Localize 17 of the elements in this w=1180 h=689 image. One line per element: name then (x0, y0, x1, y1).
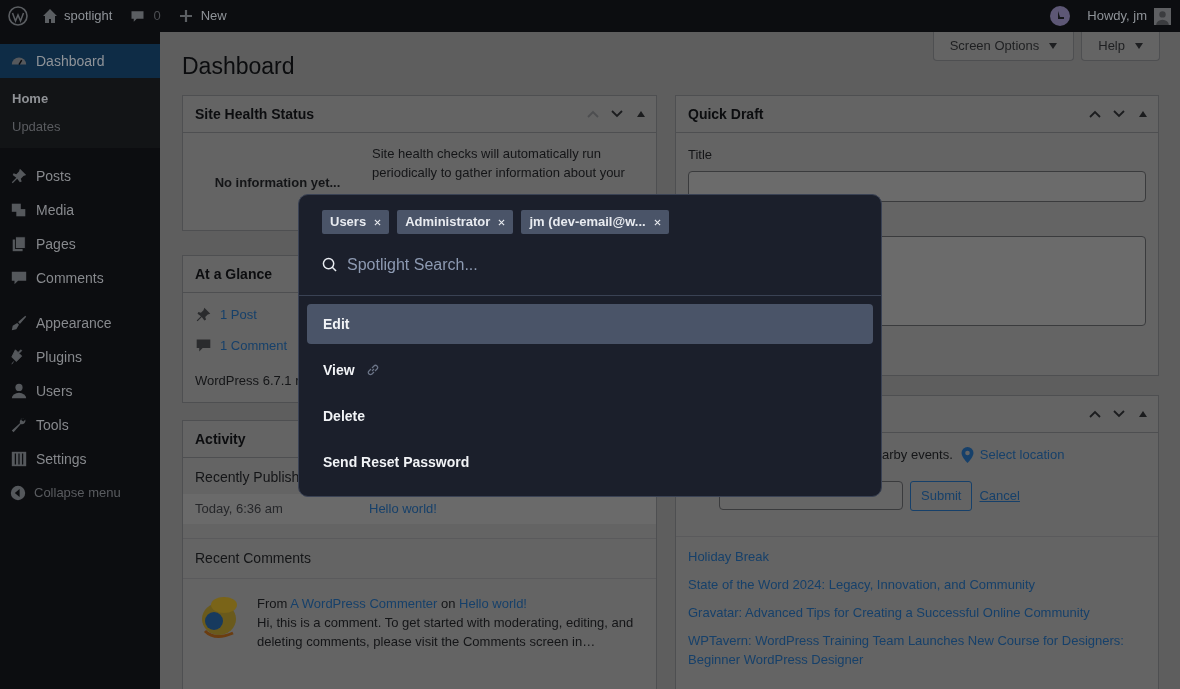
field-label: Title (688, 146, 714, 164)
post-date: Today, 6:36 am (195, 500, 284, 519)
chip-label: Users (330, 213, 367, 232)
widget-title: Activity (195, 429, 246, 449)
events-intro: arby events. (882, 446, 953, 464)
health-description: Site health checks will automatically run periodically to gather information about your (372, 145, 626, 182)
chip-label: jm (dev-email@w... (529, 213, 646, 232)
page-title: Dashboard (182, 53, 295, 79)
section-heading: Recent Comments (195, 549, 312, 568)
widget-title: Quick Draft (688, 104, 764, 124)
chip-label: Administrator (405, 213, 491, 232)
comment-excerpt: Hi, this is a comment. To get started with moderating, editing, and deleting comments, please visit the Comments screen in… (257, 614, 635, 651)
widget-title: Site Health Status (195, 104, 315, 124)
health-status: No information yet... (214, 174, 341, 192)
section-heading: Recently Publish (195, 468, 301, 487)
comment-byline: From A WordPress Commenter on Hello world! (257, 595, 528, 613)
widget-title: At a Glance (195, 264, 273, 284)
